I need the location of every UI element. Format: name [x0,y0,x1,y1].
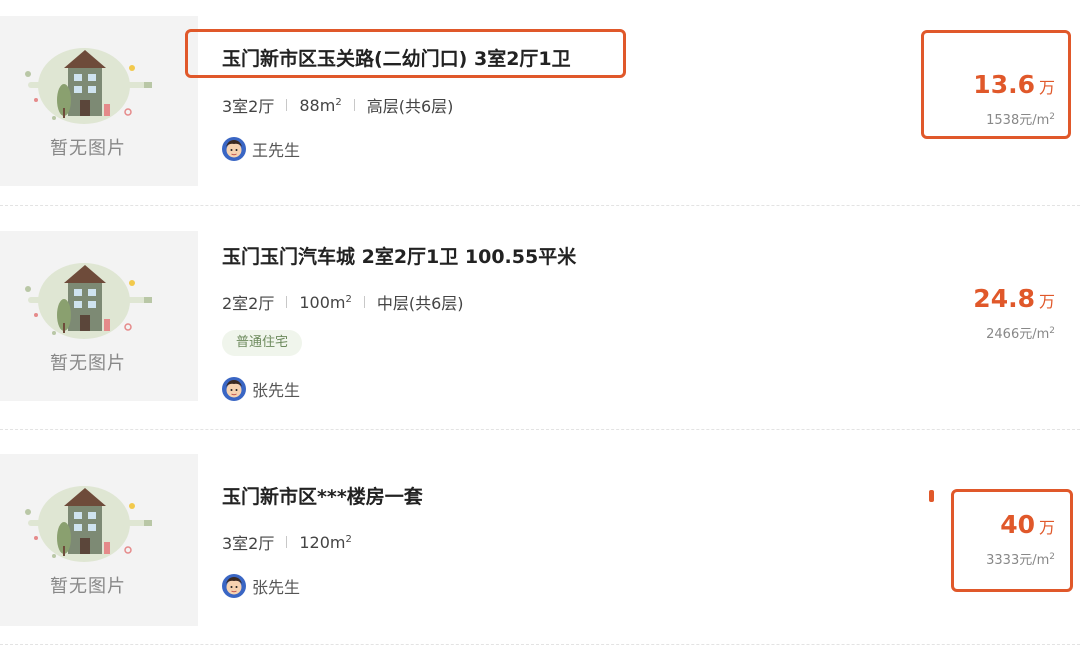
area-text: 88m2 [299,95,342,115]
price-highlight-box [921,30,1071,139]
title-highlight-box [185,29,626,78]
listing-specs: 3室2厅 120m2 [222,530,352,554]
agent-name: 张先生 [252,381,301,400]
floor-text: 中层(共6层) [376,294,464,313]
property-type-tag: 普通住宅 [222,330,303,356]
no-image-label: 暂无图片 [50,576,126,597]
house-placeholder-icon [25,263,152,339]
spec-divider [353,99,355,111]
layout-text: 3室2厅 [222,97,275,116]
listing-thumbnail[interactable]: 暂无图片 [0,231,198,401]
total-price: 24.8 万 [973,284,1055,313]
agent-info[interactable]: 王先生 [222,137,300,161]
floor-text: 高层(共6层) [366,97,454,116]
no-image-label: 暂无图片 [50,138,126,159]
price-highlight-box [951,489,1073,592]
agent-avatar-icon [222,574,246,598]
listing-specs: 2室2厅 100m2 中层(共6层) [222,290,464,314]
house-placeholder-icon [25,48,152,124]
layout-text: 3室2厅 [222,534,275,553]
spec-divider [363,296,365,308]
annotation-marker [929,490,934,502]
agent-info[interactable]: 张先生 [222,377,300,401]
spec-divider [286,536,288,548]
price-block: 24.8 万 2466元/m2 [973,284,1055,342]
listing-title[interactable]: 玉门玉门汽车城 2室2厅1卫 100.55平米 [222,242,576,269]
agent-name: 王先生 [252,141,301,160]
unit-price: 2466元/m2 [986,326,1055,342]
agent-info[interactable]: 张先生 [222,574,300,598]
spec-divider [286,296,288,308]
area-text: 120m2 [299,532,352,552]
spec-divider [286,99,288,111]
house-placeholder-icon [25,486,152,562]
listing-thumbnail[interactable]: 暂无图片 [0,454,198,626]
listing-title[interactable]: 玉门新市区***楼房一套 [222,482,423,509]
no-image-label: 暂无图片 [50,353,126,374]
layout-text: 2室2厅 [222,294,275,313]
agent-avatar-icon [222,137,246,161]
listing-specs: 3室2厅 88m2 高层(共6层) [222,93,453,117]
listing-card[interactable]: 暂无图片 玉门新市区***楼房一套 3室2厅 120m2 张先生 40 万 333… [0,430,1080,644]
agent-name: 张先生 [252,578,301,597]
area-text: 100m2 [299,292,352,312]
agent-avatar-icon [222,377,246,401]
listing-divider [0,644,1080,645]
listing-card[interactable]: 暂无图片 玉门玉门汽车城 2室2厅1卫 100.55平米 2室2厅 100m2 … [0,206,1080,429]
listing-thumbnail[interactable]: 暂无图片 [0,16,198,186]
